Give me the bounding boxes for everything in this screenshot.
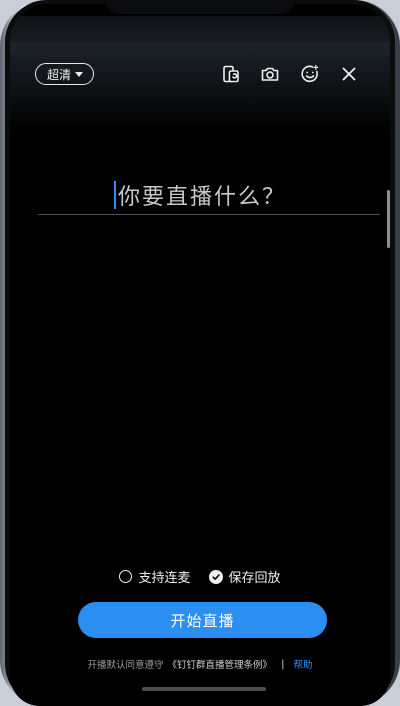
live-title-placeholder: 你要直播什么？ <box>117 185 286 210</box>
agreement-footer: 开播默认同意遵守 《钉钉群直播管理条例》 | 帮助 <box>10 657 390 672</box>
camera-icon[interactable] <box>259 63 281 85</box>
beauty-face-icon[interactable] <box>299 63 321 85</box>
live-title-area: 你要直播什么？ <box>38 174 362 216</box>
top-gradient <box>10 42 390 132</box>
save-replay-option[interactable]: 保存回放 <box>208 567 281 586</box>
scrollbar[interactable] <box>387 190 390 248</box>
save-replay-label: 保存回放 <box>228 571 281 586</box>
quality-label: 超清 <box>47 67 72 82</box>
flip-camera-icon[interactable] <box>220 63 242 85</box>
text-cursor <box>113 181 116 209</box>
phone-bezel: 超清 你要直播什么？ 支持连麦 保存回放 开始直播 开播默认同意遵守 《钉钉群直… <box>5 0 395 706</box>
live-title-input[interactable]: 你要直播什么？ <box>113 179 286 211</box>
terms-link[interactable]: 《钉钉群直播管理条例》 <box>168 657 273 671</box>
live-setup-screen: 超清 你要直播什么？ 支持连麦 保存回放 开始直播 开播默认同意遵守 《钉钉群直… <box>10 4 390 706</box>
phone-frame: 超清 你要直播什么？ 支持连麦 保存回放 开始直播 开播默认同意遵守 《钉钉群直… <box>0 0 400 706</box>
live-options: 支持连麦 保存回放 <box>10 567 390 586</box>
notch <box>105 4 295 14</box>
radio-unchecked-icon <box>119 570 133 583</box>
co-host-label: 支持连麦 <box>138 571 191 586</box>
start-live-button[interactable]: 开始直播 <box>78 602 327 638</box>
help-link[interactable]: 帮助 <box>293 657 312 671</box>
title-underline <box>38 214 380 215</box>
footer-separator: | <box>281 658 285 670</box>
home-indicator[interactable] <box>142 687 266 691</box>
check-circle-icon <box>208 569 223 584</box>
quality-selector[interactable]: 超清 <box>35 63 95 85</box>
co-host-option[interactable]: 支持连麦 <box>119 567 191 586</box>
agreement-text: 开播默认同意遵守 <box>87 660 164 671</box>
caret-down-icon <box>75 72 84 77</box>
status-bar <box>10 16 390 42</box>
close-icon[interactable] <box>338 63 360 85</box>
